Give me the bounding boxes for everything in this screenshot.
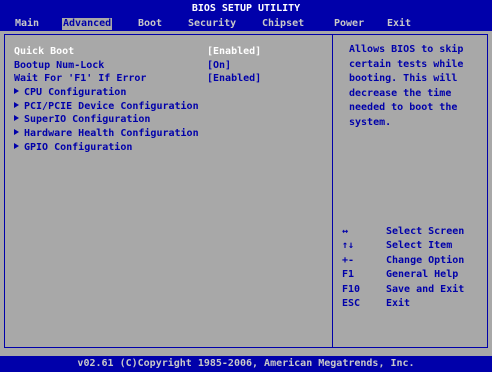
key-row-select-item: ↑↓ Select Item bbox=[335, 239, 485, 253]
key-row-exit: ESC Exit bbox=[335, 297, 485, 311]
submenu-item: PCI/PCIE Device Configuration bbox=[14, 101, 199, 113]
submenu-arrow-icon bbox=[14, 88, 19, 94]
menu-bar: Main Advanced Boot Security Chipset Powe… bbox=[0, 17, 492, 31]
option-label: Wait For 'F1' If Error bbox=[14, 73, 147, 84]
submenu-label: GPIO Configuration bbox=[24, 142, 133, 153]
submenu-item: GPIO Configuration bbox=[14, 142, 132, 154]
submenu-arrow-icon bbox=[14, 102, 19, 108]
submenu-item: CPU Configuration bbox=[14, 87, 126, 99]
left-right-arrow-icon: ↔ bbox=[342, 226, 349, 237]
help-text: Allows BIOS to skip certain tests while … bbox=[349, 44, 464, 128]
key-row-save-and-exit: F10 Save and Exit bbox=[335, 283, 485, 297]
option-value: [Enabled] bbox=[207, 73, 262, 84]
menu-tab-boot[interactable]: Boot bbox=[137, 18, 163, 30]
submenu-arrow-icon bbox=[14, 129, 19, 135]
menu-tab-chipset[interactable]: Chipset bbox=[261, 18, 305, 30]
copyright-text: v02.61 (C)Copyright 1985-2006, American … bbox=[77, 358, 415, 369]
footer-bar: v02.61 (C)Copyright 1985-2006, American … bbox=[0, 356, 492, 372]
key-row-select-screen: ↔ Select Screen bbox=[335, 225, 485, 239]
menu-tab-security[interactable]: Security bbox=[187, 18, 237, 30]
submenu-label: CPU Configuration bbox=[24, 87, 127, 98]
key-description: Select Screen bbox=[386, 226, 465, 237]
option-label: Bootup Num-Lock bbox=[14, 60, 105, 71]
key-description: Save and Exit bbox=[386, 283, 465, 295]
menu-tab-advanced[interactable]: Advanced bbox=[62, 18, 113, 30]
menu-tab-power[interactable]: Power bbox=[333, 18, 365, 30]
key-f10: F10 bbox=[342, 283, 361, 295]
up-down-arrow-icon: ↑↓ bbox=[342, 240, 355, 252]
submenu-label: Hardware Health Configuration bbox=[24, 128, 199, 139]
menu-tab-exit[interactable]: Exit bbox=[386, 18, 412, 30]
key-row-general-help: F1 General Help bbox=[335, 268, 485, 282]
option-value: [On] bbox=[207, 60, 232, 71]
key-description: General Help bbox=[386, 269, 459, 281]
key-row-change-option: +- Change Option bbox=[335, 254, 485, 268]
submenu-label: SuperIO Configuration bbox=[24, 114, 151, 125]
bios-title: BIOS SETUP UTILITY bbox=[191, 3, 301, 14]
submenu-item: SuperIO Configuration bbox=[14, 114, 150, 126]
option-value: [Enabled] bbox=[207, 46, 262, 57]
key-description: Exit bbox=[386, 297, 411, 309]
submenu-item: Hardware Health Configuration bbox=[14, 128, 199, 140]
option-label: Quick Boot bbox=[14, 46, 75, 57]
key-f1: F1 bbox=[342, 269, 355, 281]
key-description: Change Option bbox=[386, 254, 465, 266]
key-esc: ESC bbox=[342, 297, 361, 309]
submenu-label: PCI/PCIE Device Configuration bbox=[24, 101, 199, 112]
key-legend: ↔ Select Screen ↑↓ Select Item +- Change… bbox=[335, 225, 485, 311]
bios-screen: BIOS SETUP UTILITY Main Advanced Boot Se… bbox=[0, 0, 492, 372]
submenu-arrow-icon bbox=[14, 143, 19, 149]
menu-tab-main[interactable]: Main bbox=[14, 18, 40, 30]
title-bar: BIOS SETUP UTILITY bbox=[0, 0, 492, 17]
key-description: Select Item bbox=[386, 240, 453, 252]
submenu-arrow-icon bbox=[14, 115, 19, 121]
key-plus-minus: +- bbox=[342, 254, 355, 266]
